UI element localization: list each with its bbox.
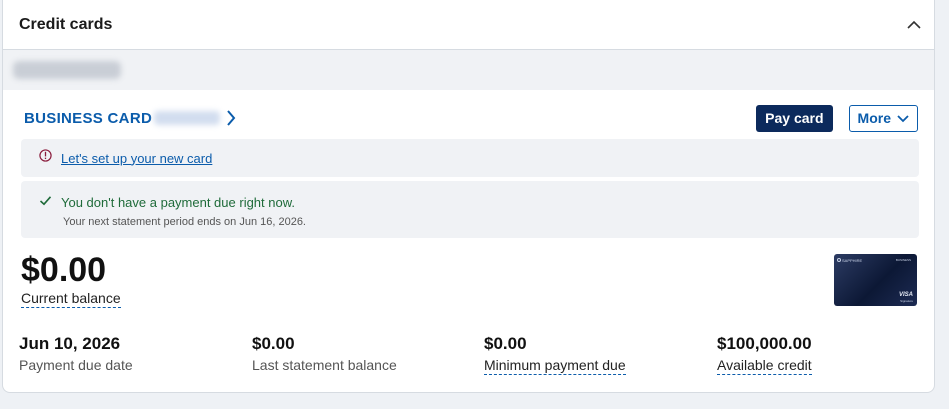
- payment-status-text: You don't have a payment due right now.: [61, 194, 296, 210]
- chevron-up-icon[interactable]: [904, 15, 924, 35]
- stat-value: $0.00: [484, 334, 527, 353]
- stat-value: Jun 10, 2026: [19, 334, 121, 353]
- check-icon: [39, 193, 52, 211]
- current-balance-amount: $0.00: [21, 251, 107, 289]
- setup-notice: Let's set up your new card: [21, 139, 919, 177]
- visa-sub-text: Signature: [900, 299, 913, 303]
- minimum-payment-due-stat: $0.00 Minimum payment due: [484, 334, 626, 375]
- stat-value: $0.00: [252, 334, 295, 353]
- account-strip: [3, 50, 934, 90]
- card-brand-text: SAPPHIRE: [842, 258, 863, 263]
- stat-label[interactable]: Minimum payment due: [484, 357, 626, 375]
- stat-label[interactable]: Available credit: [717, 357, 812, 375]
- stat-label: Last statement balance: [252, 357, 397, 373]
- redacted-card-digits: [154, 111, 221, 125]
- card-art-image: SAPPHIRE BUSINESS VISA Signature: [834, 254, 917, 306]
- redacted-account-name: [13, 61, 121, 79]
- setup-card-link[interactable]: Let's set up your new card: [61, 151, 212, 166]
- card-tag-text: BUSINESS: [895, 258, 911, 262]
- last-statement-balance-stat: $0.00 Last statement balance: [252, 334, 397, 374]
- card-row: BUSINESS CARD Pay card More: [3, 100, 934, 136]
- stat-label: Payment due date: [19, 357, 133, 373]
- stat-value: $100,000.00: [717, 334, 812, 353]
- card-actions: Pay card More: [756, 104, 918, 132]
- payment-due-date-stat: Jun 10, 2026 Payment due date: [19, 334, 133, 374]
- chevron-right-icon: [226, 110, 236, 126]
- card-name: BUSINESS CARD: [24, 109, 153, 127]
- chevron-down-icon: [897, 110, 909, 126]
- card-logo-icon: [837, 258, 841, 262]
- payment-status-notice: You don't have a payment due right now. …: [21, 181, 919, 238]
- more-label: More: [857, 110, 891, 126]
- panel-header[interactable]: Credit cards: [3, 0, 934, 50]
- pay-card-button[interactable]: Pay card: [756, 104, 833, 132]
- available-credit-stat: $100,000.00 Available credit: [717, 334, 812, 375]
- info-icon: [39, 149, 52, 167]
- current-balance-label[interactable]: Current balance: [21, 290, 121, 308]
- statement-note: Your next statement period ends on Jun 1…: [63, 216, 306, 228]
- more-button[interactable]: More: [848, 104, 918, 132]
- panel-title: Credit cards: [19, 15, 113, 33]
- visa-logo: VISA: [898, 292, 913, 298]
- card-name-link[interactable]: BUSINESS CARD: [24, 110, 236, 127]
- credit-cards-panel: Credit cards BUSINESS CARD Pay card More: [2, 0, 935, 393]
- current-balance-block: $0.00 Current balance: [21, 250, 121, 308]
